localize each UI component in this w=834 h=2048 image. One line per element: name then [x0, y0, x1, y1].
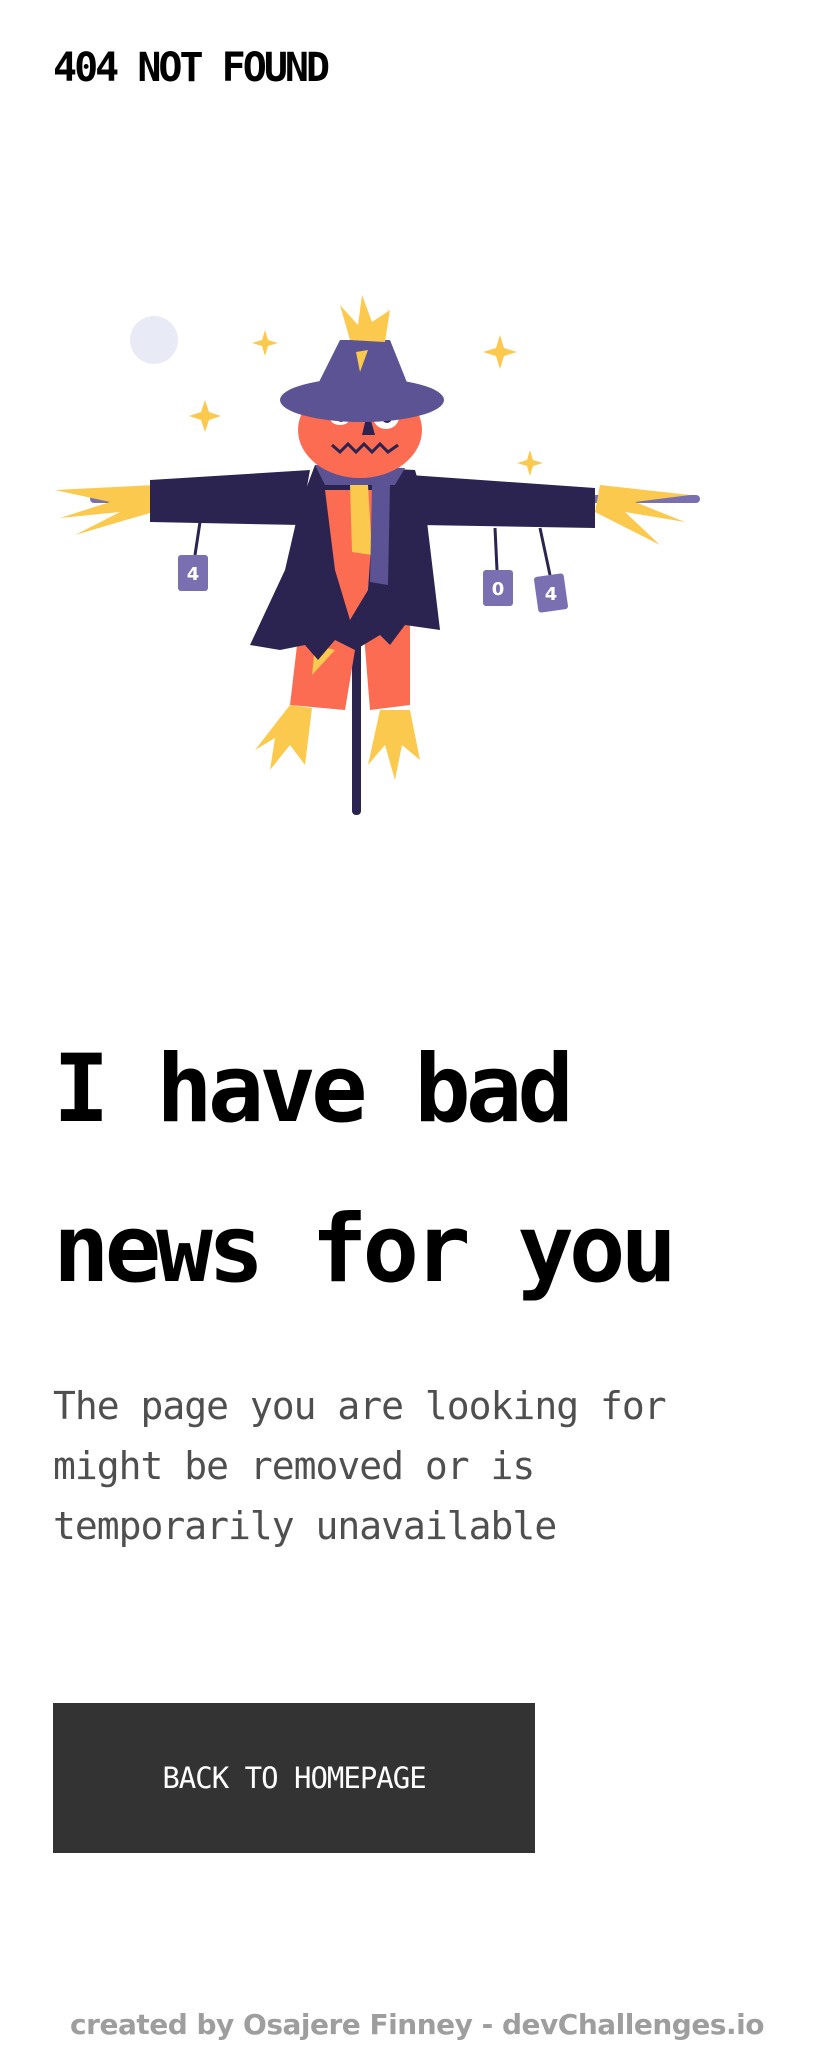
- message-line-2: might be removed or is: [53, 1444, 535, 1488]
- footer-credit: created by Osajere Finney - devChallenge…: [70, 2008, 764, 2041]
- svg-text:4: 4: [545, 584, 558, 605]
- message-line-3: temporarily unavailable: [53, 1504, 557, 1548]
- brand-title: 404 NOT FOUND: [53, 45, 330, 91]
- headline-line-1: I have bad: [53, 1035, 574, 1144]
- error-message: The page you are looking for might be re…: [53, 1376, 753, 1556]
- scarecrow-illustration: 4 0 4: [55, 295, 700, 815]
- back-to-homepage-button[interactable]: BACK TO HOMEPAGE: [53, 1703, 535, 1853]
- svg-text:0: 0: [492, 579, 505, 600]
- page-headline: I have bad news for you: [53, 1010, 823, 1330]
- moon-icon: [130, 316, 178, 364]
- headline-line-2: news for you: [53, 1195, 677, 1304]
- message-line-1: The page you are looking for: [53, 1384, 667, 1428]
- svg-text:4: 4: [187, 564, 200, 585]
